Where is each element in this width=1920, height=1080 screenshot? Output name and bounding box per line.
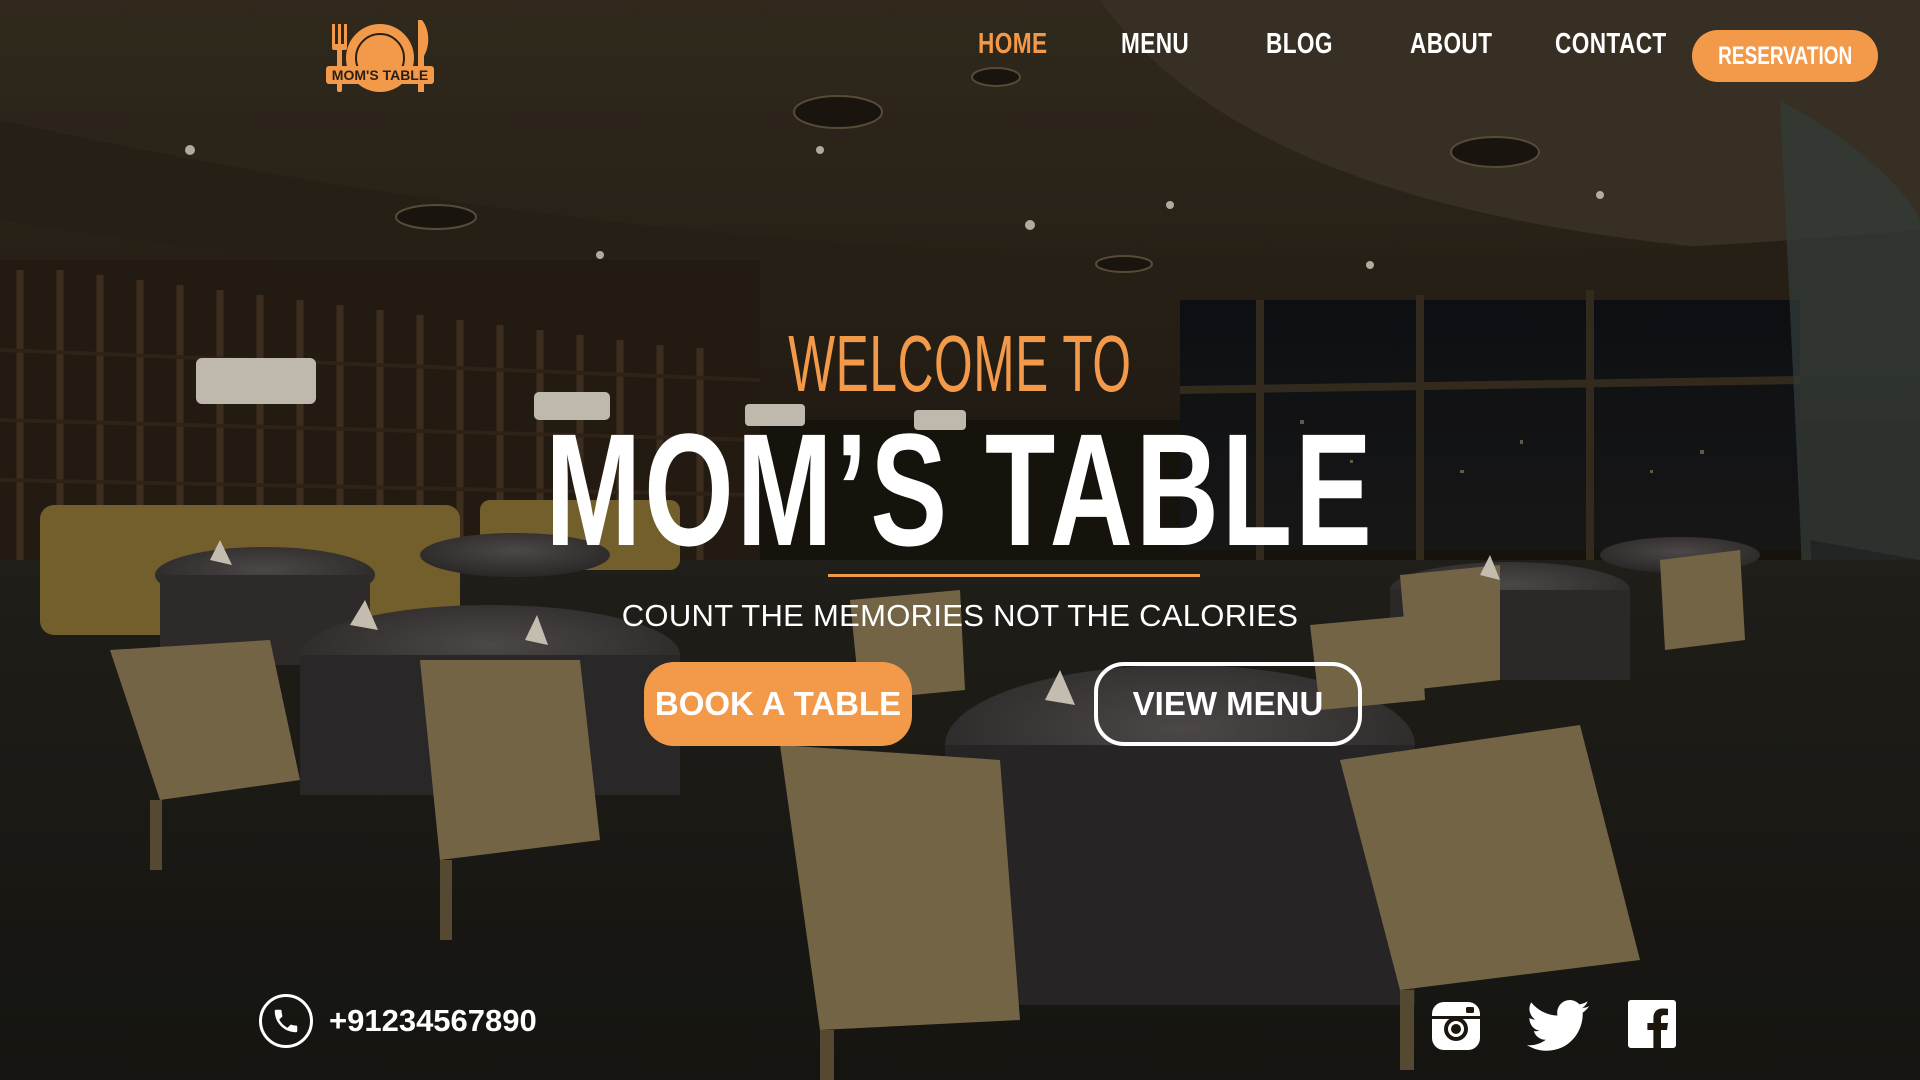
twitter-icon[interactable] — [1526, 1000, 1590, 1052]
phone-contact[interactable]: +91234567890 — [259, 994, 537, 1048]
nav-contact[interactable]: CONTACT — [1555, 28, 1667, 61]
facebook-icon[interactable] — [1628, 1000, 1676, 1048]
nav-about[interactable]: ABOUT — [1410, 28, 1492, 61]
phone-number: +91234567890 — [329, 1003, 537, 1038]
hero-welcome-heading: WELCOME TO — [0, 318, 1920, 410]
hero-divider — [828, 574, 1200, 577]
reservation-button-label: RESERVATION — [1717, 41, 1853, 70]
logo[interactable]: MOM'S TABLE — [322, 16, 440, 98]
nav-menu[interactable]: MENU — [1121, 28, 1189, 61]
phone-icon — [259, 994, 313, 1048]
view-menu-button[interactable]: VIEW MENU — [1094, 662, 1362, 746]
hero-welcome-text: WELCOME TO — [788, 319, 1132, 408]
book-table-button[interactable]: BOOK A TABLE — [644, 662, 912, 746]
hero-title-text: MOM’S TABLE — [545, 400, 1375, 579]
nav-blog[interactable]: BLOG — [1266, 28, 1333, 61]
hero-title: MOM’S TABLE — [0, 410, 1920, 570]
reservation-button[interactable]: RESERVATION — [1692, 30, 1878, 82]
hero-tagline: COUNT THE MEMORIES NOT THE CALORIES — [621, 598, 1299, 633]
instagram-icon[interactable] — [1430, 1000, 1482, 1052]
logo-text: MOM'S TABLE — [332, 67, 428, 83]
nav-home[interactable]: HOME — [978, 28, 1047, 61]
